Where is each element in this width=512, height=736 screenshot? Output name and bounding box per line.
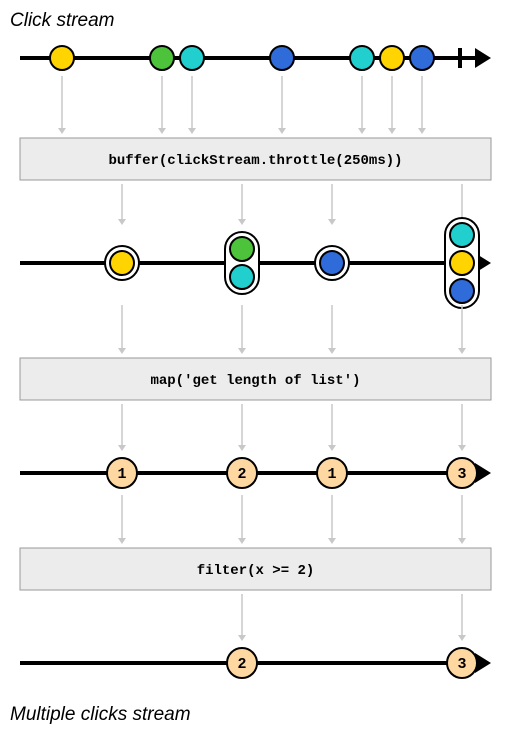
svg-text:3: 3 bbox=[457, 656, 466, 673]
svg-text:1: 1 bbox=[117, 466, 126, 483]
title-top: Click stream bbox=[10, 10, 502, 32]
svg-text:2: 2 bbox=[237, 466, 246, 483]
svg-text:buffer(clickStream.throttle(25: buffer(clickStream.throttle(250ms)) bbox=[108, 153, 402, 169]
svg-text:3: 3 bbox=[457, 466, 466, 483]
marble-diagram: buffer(clickStream.throttle(250ms)) map('… bbox=[10, 38, 502, 698]
title-bottom: Multiple clicks stream bbox=[10, 704, 502, 726]
svg-text:map('get length of list'): map('get length of list') bbox=[150, 373, 360, 389]
svg-text:1: 1 bbox=[327, 466, 336, 483]
svg-text:2: 2 bbox=[237, 656, 246, 673]
svg-text:filter(x >= 2): filter(x >= 2) bbox=[197, 563, 315, 579]
